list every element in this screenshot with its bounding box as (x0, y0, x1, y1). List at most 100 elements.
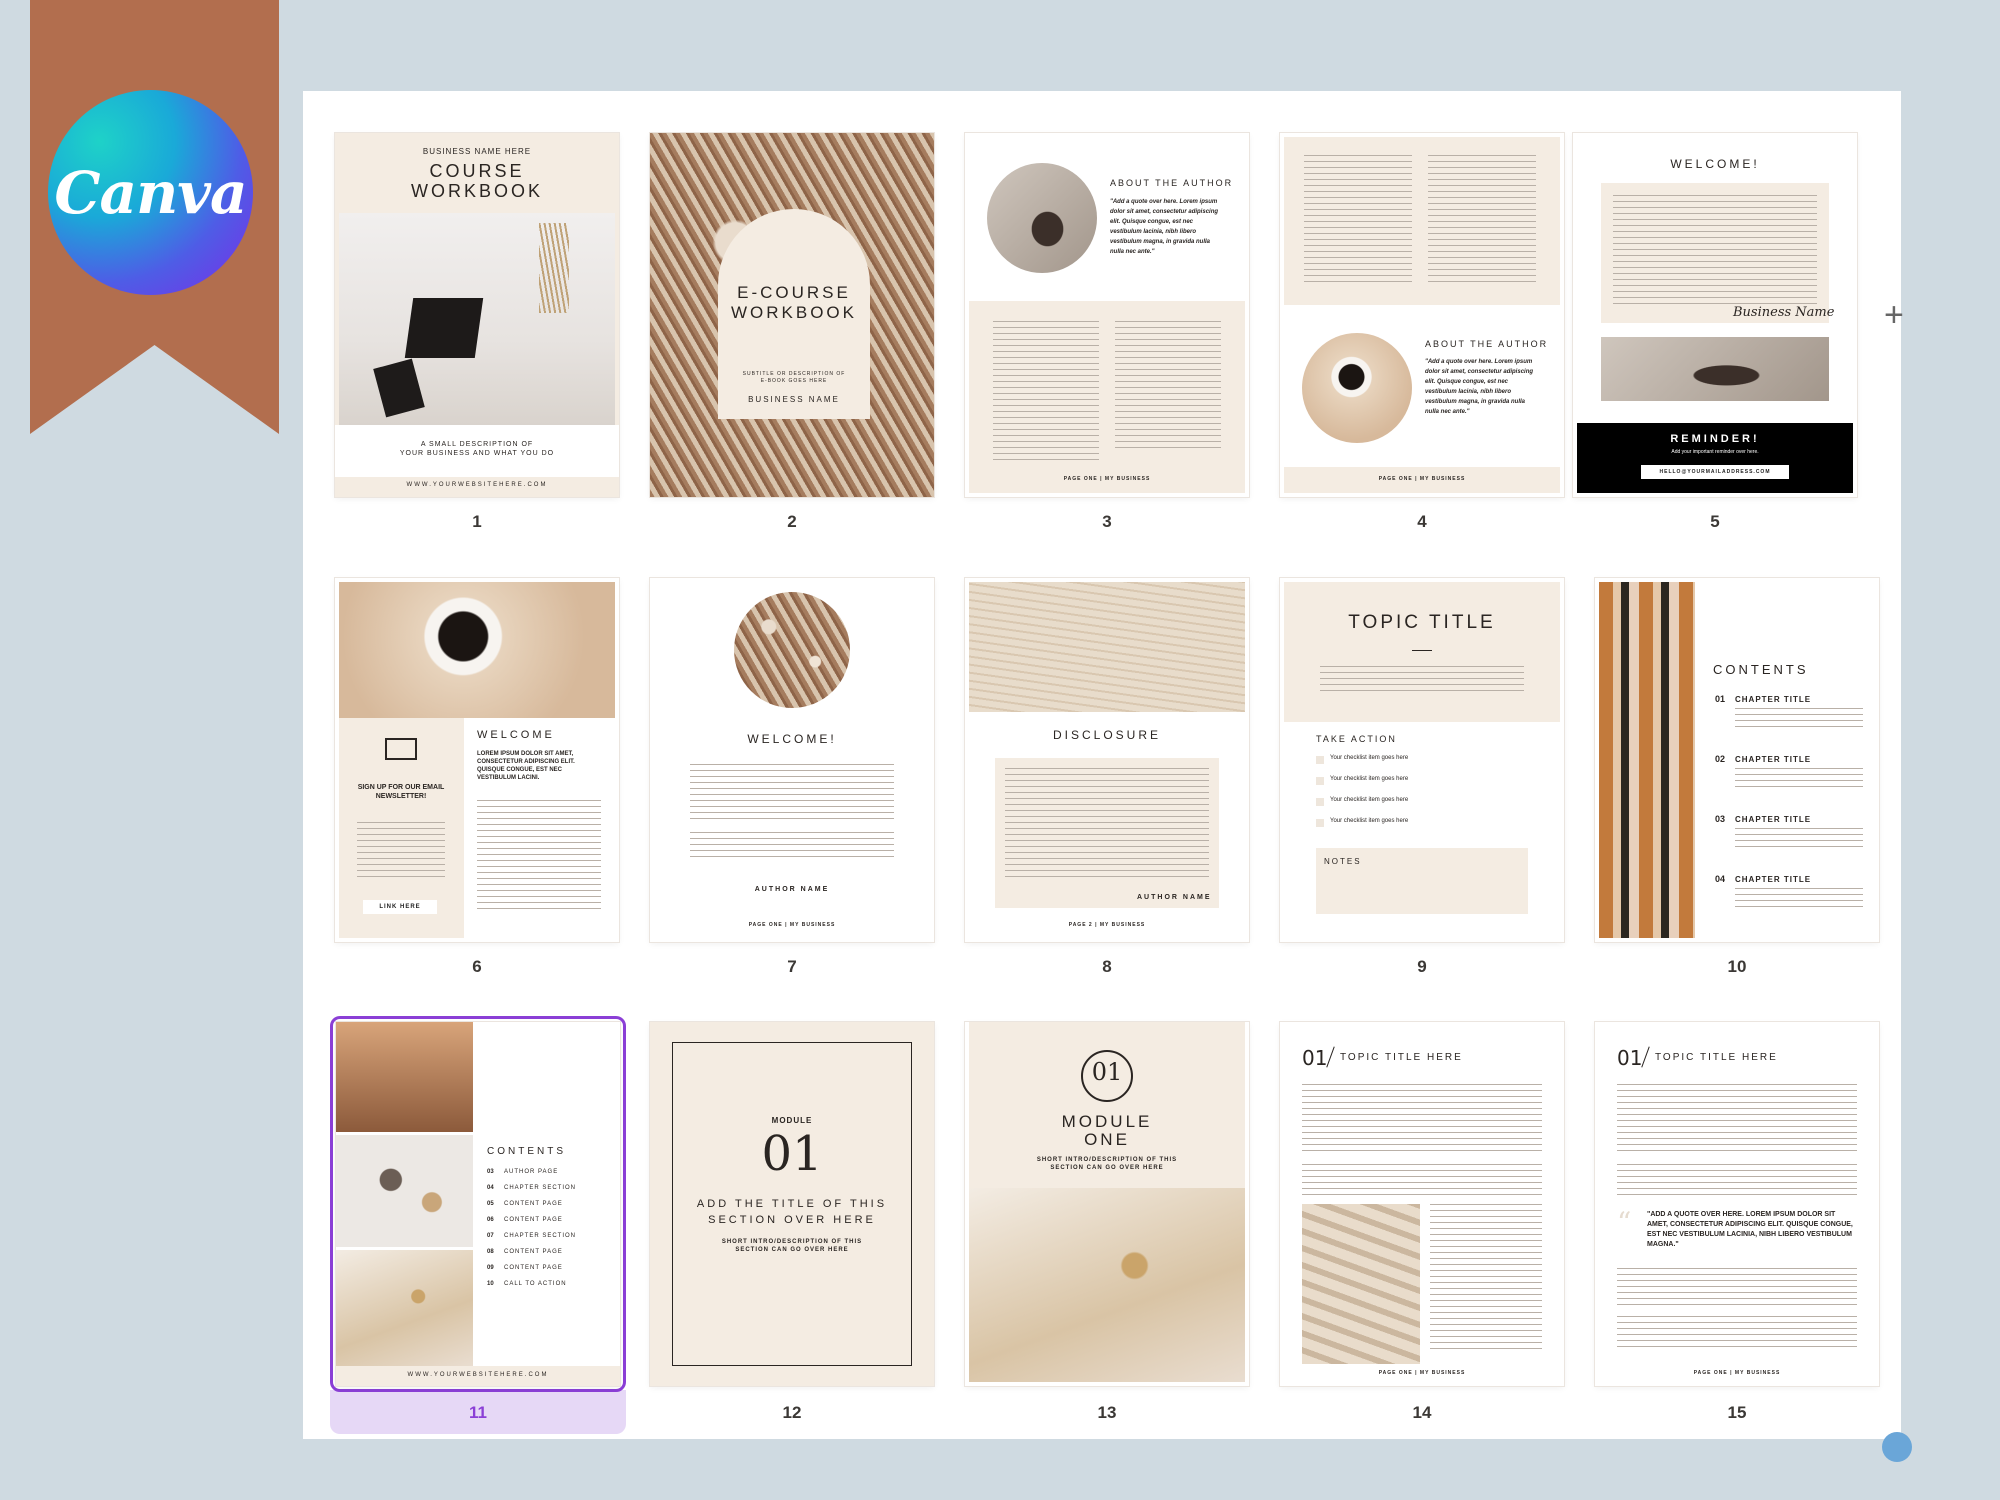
page-number: 1 (472, 512, 482, 531)
chapter-number: 04 (1715, 874, 1726, 884)
notes-heading: NOTES (1324, 857, 1362, 866)
item-label: CHAPTER SECTION (504, 1185, 577, 1191)
author-photo (987, 163, 1097, 273)
page-thumbnail-6[interactable]: SIGN UP FOR OUR EMAIL NEWSLETTER! LINK H… (335, 578, 619, 942)
page-number: 13 (1097, 1403, 1117, 1422)
page-thumbnail-7[interactable]: WELCOME! AUTHOR NAME PAGE ONE | MY BUSIN… (650, 578, 934, 942)
clothing-rack-photo (1599, 582, 1695, 938)
page-thumbnail-4[interactable]: ABOUT THE AUTHOR "Add a quote over here.… (1280, 133, 1564, 497)
section-heading: ABOUT THE AUTHOR (1110, 178, 1234, 188)
page-footer: PAGE 2 | MY BUSINESS (1068, 922, 1146, 928)
texture-photo (969, 1188, 1245, 1382)
item-number: 03 (487, 1169, 494, 1175)
module-label: MODULE (771, 1116, 813, 1125)
item-label: CONTENT PAGE (504, 1249, 563, 1255)
item-label: CHAPTER SECTION (504, 1233, 577, 1239)
checkbox[interactable] (1316, 819, 1324, 827)
author-photo (1302, 333, 1412, 443)
item-label: CONTENT PAGE (504, 1201, 563, 1207)
quote-mark-icon: “ (1617, 1206, 1632, 1239)
contents-heading: CONTENTS (487, 1146, 566, 1157)
contents-heading: CONTENTS (1713, 662, 1809, 677)
page-thumbnail-8[interactable]: DISCLOSURE AUTHOR NAME PAGE 2 | MY BUSIN… (965, 578, 1249, 942)
intro-text: LOREM IPSUM DOLOR SIT AMET, CONSECTETUR … (477, 751, 575, 781)
item-number: 10 (487, 1281, 494, 1287)
email-button: HELLO@YOURMAILADDRESS.COM (1641, 465, 1789, 479)
page-number: 9 (1417, 957, 1427, 976)
page-thumbnail-15[interactable]: 01 TOPIC TITLE HERE “ "ADD A QUOTE OVER … (1595, 1022, 1879, 1386)
section-subtitle: SHORT INTRO/DESCRIPTION OF THIS SECTION … (1036, 1157, 1178, 1171)
page-footer: PAGE ONE | MY BUSINESS (1693, 1370, 1781, 1376)
page-title: WORKBOOK (730, 303, 857, 322)
book-photo (969, 582, 1245, 712)
item-label: CONTENT PAGE (504, 1265, 563, 1271)
website-url: WWW.YOURWEBSITEHERE.COM (407, 1372, 549, 1378)
add-icon[interactable]: + (1884, 296, 1904, 335)
help-button[interactable] (1882, 1432, 1912, 1462)
envelope-icon (385, 738, 417, 760)
module-number: 01 (1091, 1058, 1123, 1086)
page-footer: PAGE ONE | MY BUSINESS (1378, 476, 1466, 482)
checkbox[interactable] (1316, 756, 1324, 764)
page-title: TOPIC TITLE (1348, 612, 1496, 633)
author-name: AUTHOR NAME (1137, 894, 1212, 901)
page-thumbnail-2[interactable]: E-COURSE WORKBOOK SUBTITLE OR DESCRIPTIO… (650, 133, 934, 497)
chapter-title: CHAPTER TITLE (1735, 815, 1812, 824)
checklist-item: Your checklist item goes here (1330, 776, 1409, 782)
page-thumbnail-10[interactable]: CONTENTS 01 CHAPTER TITLE 02 CHAPTER TIT… (1595, 578, 1879, 942)
page-number: 15 (1727, 1403, 1747, 1422)
banner-photo (1601, 337, 1829, 401)
section-heading: WELCOME (477, 729, 555, 741)
checklist-item: Your checklist item goes here (1330, 818, 1409, 824)
take-action-heading: TAKE ACTION (1316, 734, 1397, 744)
page-thumbnail-13[interactable]: 01 MODULE ONE SHORT INTRO/DESCRIPTION OF… (965, 1022, 1249, 1386)
chapter-number: 03 (1715, 814, 1726, 824)
fashion-photo (336, 1022, 473, 1132)
page-number: 11 (469, 1403, 487, 1422)
author-quote: "Add a quote over here. Lorem ipsum dolo… (1110, 199, 1219, 255)
item-label: CALL TO ACTION (504, 1281, 567, 1287)
item-number: 06 (487, 1217, 494, 1223)
page-title: WORKBOOK (410, 181, 543, 201)
item-label: CONTENT PAGE (504, 1217, 563, 1223)
page-title: WELCOME! (747, 732, 837, 746)
module-title: ONE (1084, 1130, 1130, 1149)
checkbox[interactable] (1316, 777, 1324, 785)
item-number: 09 (487, 1265, 494, 1271)
page-thumbnail-5[interactable]: WELCOME! Business Name REMINDER! Add you… (1573, 133, 1857, 497)
chapter-number: 01 (1715, 694, 1726, 704)
page-number: 8 (1102, 957, 1112, 976)
page-thumbnail-12[interactable]: MODULE 01 ADD THE TITLE OF THIS SECTION … (650, 1022, 934, 1386)
topic-number: 01 (1617, 1046, 1643, 1070)
circle-photo (734, 592, 850, 708)
website-url: WWW.YOURWEBSITEHERE.COM (406, 482, 548, 488)
page-thumbnail-14[interactable]: 01 TOPIC TITLE HERE PAGE ONE | MY BUSINE… (1280, 1022, 1564, 1386)
page-number: 3 (1102, 512, 1112, 531)
page-footer: PAGE ONE | MY BUSINESS (1378, 1370, 1466, 1376)
page-title: WELCOME! (1670, 157, 1760, 171)
texture-photo (1302, 1204, 1420, 1364)
topic-title: TOPIC TITLE HERE (1655, 1052, 1778, 1063)
pull-quote: "ADD A QUOTE OVER HERE. LOREM IPSUM DOLO… (1647, 1211, 1853, 1248)
module-title: MODULE (1061, 1112, 1153, 1131)
page-title: COURSE (429, 161, 525, 181)
coffee-photo (339, 582, 615, 718)
business-name: BUSINESS NAME (748, 395, 840, 404)
topic-title: TOPIC TITLE HERE (1340, 1052, 1463, 1063)
page-thumbnail-11[interactable]: CONTENTS 03 AUTHOR PAGE 04 CHAPTER SECTI… (336, 1022, 620, 1386)
page-number: 6 (472, 957, 482, 976)
checklist-item: Your checklist item goes here (1330, 755, 1409, 761)
texture-photo (336, 1250, 473, 1366)
page-thumbnail-9[interactable]: TOPIC TITLE TAKE ACTION Your checklist i… (1280, 578, 1564, 942)
chapter-title: CHAPTER TITLE (1735, 875, 1812, 884)
page-thumbnail-3[interactable]: ABOUT THE AUTHOR "Add a quote over here.… (965, 133, 1249, 497)
page-thumbnail-1[interactable]: BUSINESS NAME HERE COURSE WORKBOOK A SMA… (335, 133, 619, 497)
section-heading: ABOUT THE AUTHOR (1425, 339, 1549, 349)
checkbox[interactable] (1316, 798, 1324, 806)
page-number: 7 (787, 957, 797, 976)
topic-number: 01 (1302, 1046, 1328, 1070)
chapter-number: 02 (1715, 754, 1726, 764)
item-number: 07 (487, 1233, 494, 1239)
page-number: 4 (1417, 512, 1427, 531)
signup-heading: SIGN UP FOR OUR EMAIL NEWSLETTER! (357, 784, 445, 800)
